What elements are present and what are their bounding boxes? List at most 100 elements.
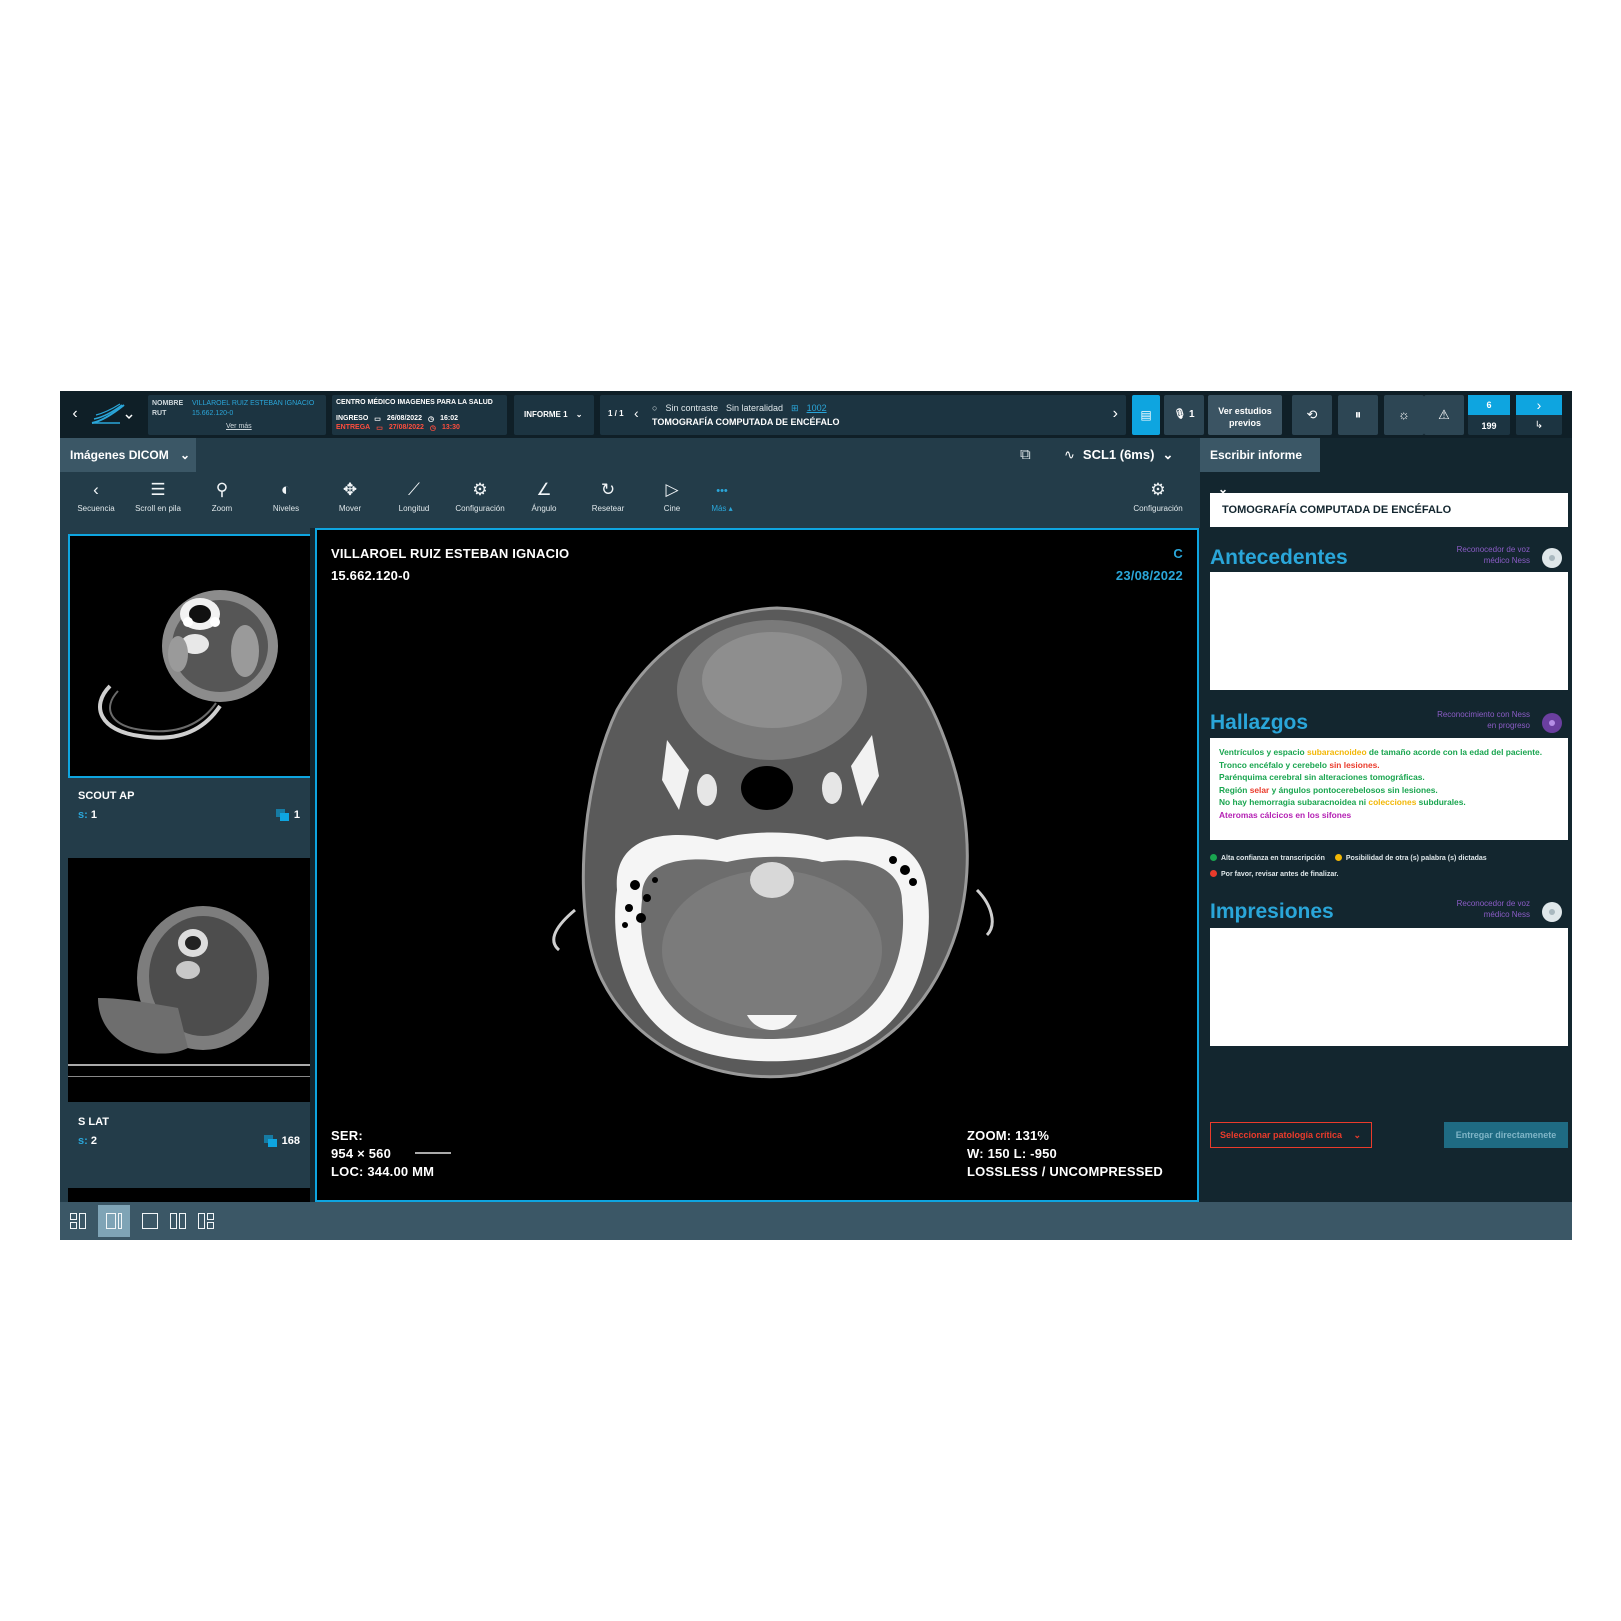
next-button[interactable]: › ↳ xyxy=(1516,395,1562,435)
thumbnail-scout-ap[interactable] xyxy=(68,534,310,778)
report-panel: Escribir informe ⌄ TOMOGRAFÍA COMPUTADA … xyxy=(1200,438,1572,1202)
overlay-ser: SER: xyxy=(331,1128,363,1143)
viewer-toolbar: ‹ Secuencia ☰ Scroll en pila ⚲ Zoom ◐ Ni… xyxy=(60,472,1200,528)
tool-length[interactable]: ⟋ Longitud xyxy=(382,480,446,513)
antecedentes-voice-toggle[interactable] xyxy=(1542,548,1562,568)
overlay-window-level: W: 150 L: -950 xyxy=(967,1146,1057,1161)
return-icon[interactable]: ↳ xyxy=(1516,417,1562,435)
thumbnail-title: S LAT xyxy=(78,1116,109,1128)
alarm-button[interactable]: ☼ xyxy=(1384,395,1424,435)
series-dropdown[interactable]: ∿ SCL1 (6ms) ⌄ xyxy=(1064,438,1173,472)
overlay-compression: LOSSLESS / UNCOMPRESSED xyxy=(967,1164,1164,1179)
tool-label: Mover xyxy=(338,504,362,513)
main-viewport[interactable]: VILLAROEL RUIZ ESTEBAN IGNACIO 15.662.12… xyxy=(315,528,1199,1202)
back-icon[interactable]: ‹ xyxy=(68,405,82,423)
write-report-dropdown[interactable]: Escribir informe ⌄ xyxy=(1200,438,1320,496)
mic-button[interactable]: 🎙︎ 1 xyxy=(1164,395,1204,435)
ct-image xyxy=(317,530,1197,1200)
legend-maybe: Posibilidad de otra (s) palabra (s) dict… xyxy=(1334,854,1487,862)
see-more-link[interactable]: Ver más xyxy=(226,423,252,430)
patient-name: VILLAROEL RUIZ ESTEBAN IGNACIO xyxy=(192,400,315,407)
tool-reset[interactable]: ↻ Resetear xyxy=(576,480,640,513)
finding-text: Parénquima cerebral sin alteraciones tom… xyxy=(1219,772,1425,782)
tool-settings[interactable]: ⚙ Configuración xyxy=(448,480,512,513)
study-code-link[interactable]: 1002 xyxy=(807,403,827,414)
chevron-down-icon: ⌄ xyxy=(180,448,191,462)
scale-bar xyxy=(415,1152,451,1154)
gear-icon: ⚙ xyxy=(472,480,488,499)
overlay-orientation: C xyxy=(1173,546,1183,561)
history-button[interactable]: ⟲ xyxy=(1292,395,1332,435)
tool-levels[interactable]: ◐ Niveles xyxy=(254,480,318,513)
dicom-dropdown-label: Imágenes DICOM xyxy=(70,448,169,462)
voice-line: médico Ness xyxy=(1483,556,1530,565)
hallazgos-textarea[interactable]: Ventrículos y espacio subaracnoideo de t… xyxy=(1210,738,1568,840)
stack-icon xyxy=(263,1135,278,1147)
mic-count: 1 xyxy=(1188,409,1195,420)
ingreso-date: 26/08/2022 xyxy=(386,415,422,422)
pulse-icon: ∿ xyxy=(1064,447,1075,462)
document-button[interactable]: ▤ xyxy=(1132,395,1160,435)
voice-line: Reconocedor de voz xyxy=(1456,545,1530,554)
tool-zoom[interactable]: ⚲ Zoom xyxy=(190,480,254,513)
next-study-icon[interactable]: › xyxy=(1113,405,1118,423)
finding-text: No hay hemorragia subaracnoidea ni xyxy=(1219,797,1369,807)
thumbnail-next[interactable] xyxy=(68,1188,310,1202)
hallazgos-voice-label: Reconocimiento con Ness en progreso xyxy=(1437,709,1530,731)
tool-move[interactable]: ✥ Mover xyxy=(318,480,382,513)
overlay-location: LOC: 344.00 MM xyxy=(331,1164,435,1179)
layout-grid-icon xyxy=(70,1213,86,1229)
app-logo[interactable] xyxy=(90,401,134,427)
tool-angle[interactable]: ∠ Ángulo xyxy=(512,480,576,513)
voice-line: Reconocimiento con Ness xyxy=(1437,710,1530,719)
review-legend: Por favor, revisar antes de finalizar. xyxy=(1210,870,1339,878)
name-label: NOMBRE xyxy=(152,400,184,407)
thumbnail-s-lat[interactable] xyxy=(68,858,310,1102)
overlay-patient-rut: 15.662.120-0 xyxy=(331,568,411,583)
chevron-down-icon: ⌄ xyxy=(575,410,583,419)
prev-study-icon[interactable]: ‹ xyxy=(634,405,639,421)
pause-button[interactable]: ⏸︎ xyxy=(1338,395,1378,435)
hallazgos-title: Hallazgos xyxy=(1210,711,1309,734)
voice-line: Reconocedor de voz xyxy=(1456,899,1530,908)
layout-split-icon xyxy=(106,1213,122,1229)
tool-sequence[interactable]: ‹ Secuencia xyxy=(64,480,128,513)
study-info: 1 / 1 ‹ ○ Sin contraste Sin lateralidad … xyxy=(600,395,1126,435)
thumbnail-image xyxy=(70,536,310,776)
finding-text: Región xyxy=(1219,784,1250,795)
pause-icon: ⏸︎ xyxy=(1354,407,1362,422)
deliver-directly-button[interactable]: Entregar directamenete xyxy=(1444,1122,1568,1148)
reset-icon: ↻ xyxy=(600,480,616,499)
layout-single-icon xyxy=(142,1213,158,1229)
report-title-input[interactable]: TOMOGRAFÍA COMPUTADA DE ENCÉFALO xyxy=(1210,493,1568,527)
warning-button[interactable]: ⚠︎ xyxy=(1424,395,1464,435)
impresiones-voice-toggle[interactable] xyxy=(1542,902,1562,922)
calendar-icon: ▭ xyxy=(376,425,383,432)
viewer-settings-button[interactable]: ⚙ Configuración xyxy=(1126,480,1190,513)
informe-dropdown[interactable]: INFORME 1 ⌄ xyxy=(514,395,594,435)
tool-label: Secuencia xyxy=(77,504,115,513)
thumbnail-image xyxy=(68,858,310,1102)
chevron-down-icon: ⌄ xyxy=(1353,1130,1361,1140)
tool-stack-scroll[interactable]: ☰ Scroll en pila xyxy=(126,480,190,513)
tool-label: Longitud xyxy=(398,504,430,513)
critical-pathology-dropdown[interactable]: Seleccionar patología crítica ⌄ xyxy=(1210,1122,1372,1148)
previous-studies-line1: Ver estudios xyxy=(1218,406,1272,416)
impresiones-title: Impresiones xyxy=(1210,900,1334,923)
gear-icon: ⚙ xyxy=(1150,480,1166,499)
s-value: 2 xyxy=(90,1135,97,1147)
antecedentes-textarea[interactable] xyxy=(1210,572,1568,690)
dicom-images-dropdown[interactable]: Imágenes DICOM ⌄ xyxy=(60,438,196,472)
center-info: CENTRO MÉDICO IMAGENES PARA LA SALUD ING… xyxy=(332,395,507,435)
previous-studies-button[interactable]: Ver estudios previos xyxy=(1208,395,1282,435)
tool-more[interactable]: ••• Más ▴ xyxy=(690,480,754,513)
external-link-icon[interactable]: ⧉ xyxy=(1020,446,1031,463)
impresiones-textarea[interactable] xyxy=(1210,928,1568,1046)
layout-side-by-side-button[interactable] xyxy=(98,1205,130,1237)
layout-mixed-button[interactable] xyxy=(190,1205,222,1237)
alarm-icon: ☼ xyxy=(1398,407,1410,422)
overlay-zoom: ZOOM: 131% xyxy=(967,1128,1050,1143)
hallazgos-voice-toggle[interactable] xyxy=(1542,713,1562,733)
document-icon: ▤ xyxy=(1140,408,1152,422)
layout-1x2-grid-button[interactable] xyxy=(62,1205,94,1237)
